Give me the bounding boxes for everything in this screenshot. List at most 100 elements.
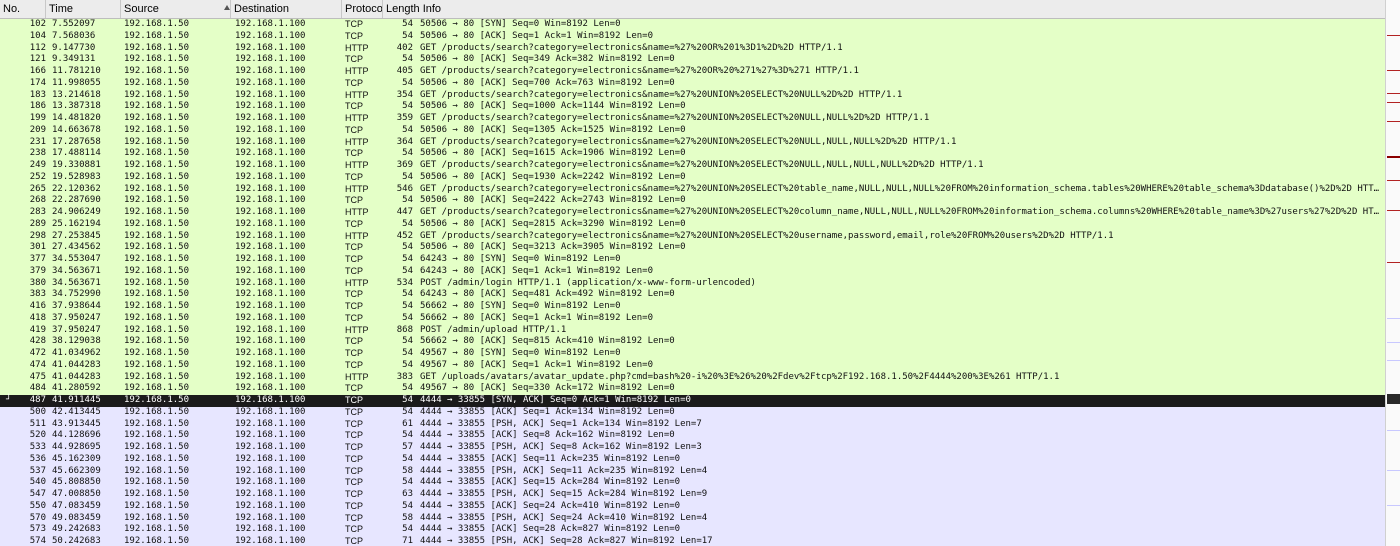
packet-row[interactable]: 104 7.568036 192.168.1.50 192.168.1.100 TCP 5… <box>0 30 1385 43</box>
packet-length: 54 <box>402 77 413 88</box>
packet-row[interactable]: 377 34.553047 192.168.1.50 192.168.1.100 TCP… <box>0 254 1385 266</box>
packet-destination: 192.168.1.100 <box>235 500 306 511</box>
minimap-mark <box>1387 210 1400 211</box>
packet-row[interactable]: 265 22.120362 192.168.1.50 192.168.1.100 HTT… <box>0 183 1385 196</box>
packet-row[interactable]: 570 49.083459 192.168.1.50 192.168.1.100 TCP… <box>0 512 1385 525</box>
packet-destination: 192.168.1.100 <box>235 430 306 441</box>
packet-row[interactable]: 383 34.752990 192.168.1.50 192.168.1.100 TCP… <box>0 289 1385 301</box>
packet-row[interactable]: 484 41.280592 192.168.1.50 192.168.1.100 TCP… <box>0 383 1385 395</box>
packet-number: 249 <box>29 160 46 170</box>
minimap-mark <box>1387 318 1400 319</box>
packet-protocol: HTTP <box>345 207 369 217</box>
packet-row[interactable]: 379 34.563671 192.168.1.50 192.168.1.100 TCP… <box>0 265 1385 278</box>
minimap-selected-thumb[interactable] <box>1387 394 1400 404</box>
packet-row[interactable]: 252 19.528983 192.168.1.50 192.168.1.100 TCP… <box>0 171 1385 184</box>
packet-row[interactable]: 301 27.434562 192.168.1.50 192.168.1.100 TCP… <box>0 242 1385 254</box>
packet-info: 4444 → 33855 [ACK] Seq=1 Ack=134 Win=819… <box>420 406 675 417</box>
packet-length: 354 <box>396 89 413 100</box>
packet-number: 252 <box>29 171 46 182</box>
packet-info: 50506 → 80 [SYN] Seq=0 Win=8192 Len=0 <box>420 19 621 29</box>
packet-row[interactable]: 520 44.128696 192.168.1.50 192.168.1.100 TCP… <box>0 430 1385 442</box>
packet-source: 192.168.1.50 <box>124 477 190 488</box>
minimap-mark <box>1387 102 1400 103</box>
column-header-time[interactable]: Time <box>46 0 121 18</box>
packet-destination: 192.168.1.100 <box>235 477 306 488</box>
packet-row[interactable]: 500 42.413445 192.168.1.50 192.168.1.100 TCP… <box>0 406 1385 419</box>
column-header-length-info[interactable]: Length Info <box>383 0 1385 18</box>
column-header-source[interactable]: Source <box>121 0 231 18</box>
packet-length: 452 <box>396 230 413 241</box>
packet-protocol: TCP <box>345 430 363 441</box>
packet-row[interactable]: 472 41.034962 192.168.1.50 192.168.1.100 TCP… <box>0 348 1385 360</box>
packet-row[interactable]: 547 47.008850 192.168.1.50 192.168.1.100 TCP… <box>0 489 1385 501</box>
packet-info: 49567 → 80 [ACK] Seq=1 Ack=1 Win=8192 Le… <box>420 359 653 370</box>
packet-destination: 192.168.1.100 <box>235 230 306 241</box>
packet-number: 419 <box>29 324 46 335</box>
packet-row-selected[interactable]: 487 41.911445 192.168.1.50 192.168.1.100 TCP… <box>0 395 1385 407</box>
packet-info: 4444 → 33855 [ACK] Seq=15 Ack=284 Win=81… <box>420 477 681 488</box>
packet-row[interactable]: 475 41.044283 192.168.1.50 192.168.1.100 HTT… <box>0 371 1385 384</box>
packet-source: 192.168.1.50 <box>124 242 190 253</box>
packet-row[interactable]: 289 25.162194 192.168.1.50 192.168.1.100 TCP… <box>0 218 1385 231</box>
packet-row[interactable]: 550 47.083459 192.168.1.50 192.168.1.100 TCP… <box>0 500 1385 513</box>
packet-row[interactable]: 573 49.242683 192.168.1.50 192.168.1.100 TCP… <box>0 524 1385 536</box>
packet-row[interactable]: 166 11.781210 192.168.1.50 192.168.1.100 HTT… <box>0 66 1385 78</box>
packet-length: 71 <box>402 536 413 546</box>
packet-row[interactable]: 121 9.349131 192.168.1.50 192.168.1.100 TCP 5… <box>0 54 1385 66</box>
packet-destination: 192.168.1.100 <box>235 42 306 53</box>
packet-row[interactable]: 112 9.147730 192.168.1.50 192.168.1.100 HTTP… <box>0 42 1385 55</box>
packet-row[interactable]: 102 7.552097 192.168.1.50 192.168.1.100 TCP 5… <box>0 19 1385 31</box>
column-header-no[interactable]: No. <box>0 0 46 18</box>
packet-number: 574 <box>29 536 46 546</box>
packet-info: 4444 → 33855 [PSH, ACK] Seq=8 Ack=162 Wi… <box>420 442 702 452</box>
packet-list[interactable]: 102 7.552097 192.168.1.50 192.168.1.100 TCP 5… <box>0 19 1385 546</box>
packet-source: 192.168.1.50 <box>124 183 190 194</box>
packet-destination: 192.168.1.100 <box>235 19 306 29</box>
packet-row[interactable]: 174 11.998055 192.168.1.50 192.168.1.100 TCP… <box>0 77 1385 90</box>
packet-length: 405 <box>396 66 413 76</box>
packet-protocol: TCP <box>345 19 363 29</box>
packet-row[interactable]: 419 37.950247 192.168.1.50 192.168.1.100 HTT… <box>0 324 1385 337</box>
packet-number: 428 <box>29 336 46 347</box>
packet-time: 47.008850 <box>52 489 101 499</box>
column-header-destination[interactable]: Destination <box>231 0 342 18</box>
packet-row[interactable]: 238 17.488114 192.168.1.50 192.168.1.100 TCP… <box>0 148 1385 160</box>
packet-length: 54 <box>402 477 413 488</box>
packet-row[interactable]: 416 37.938644 192.168.1.50 192.168.1.100 TCP… <box>0 301 1385 313</box>
packet-row[interactable]: 249 19.330881 192.168.1.50 192.168.1.100 HTT… <box>0 160 1385 172</box>
packet-length: 54 <box>402 218 413 229</box>
packet-row[interactable]: 537 45.662309 192.168.1.50 192.168.1.100 TCP… <box>0 465 1385 478</box>
packet-row[interactable]: 536 45.162309 192.168.1.50 192.168.1.100 TCP… <box>0 453 1385 466</box>
packet-row[interactable]: 574 50.242683 192.168.1.50 192.168.1.100 TCP… <box>0 536 1385 546</box>
packet-number: 418 <box>29 312 46 323</box>
packet-number: 268 <box>29 195 46 206</box>
packet-row[interactable]: 474 41.044283 192.168.1.50 192.168.1.100 TCP… <box>0 359 1385 372</box>
packet-row[interactable]: 511 43.913445 192.168.1.50 192.168.1.100 TCP… <box>0 418 1385 431</box>
packet-length: 546 <box>396 183 413 194</box>
packet-row[interactable]: 380 34.563671 192.168.1.50 192.168.1.100 HTT… <box>0 277 1385 290</box>
minimap-mark <box>1387 35 1400 36</box>
packet-row[interactable]: 418 37.950247 192.168.1.50 192.168.1.100 TCP… <box>0 312 1385 325</box>
packet-protocol: TCP <box>345 500 363 511</box>
packet-length: 54 <box>402 312 413 323</box>
column-header-protocol[interactable]: Protocol <box>342 0 383 18</box>
packet-destination: 192.168.1.100 <box>235 195 306 206</box>
minimap-mark <box>1387 262 1400 263</box>
packet-row[interactable]: 298 27.253845 192.168.1.50 192.168.1.100 HTT… <box>0 230 1385 243</box>
packet-row[interactable]: 268 22.287690 192.168.1.50 192.168.1.100 TCP… <box>0 195 1385 207</box>
packet-row[interactable]: 428 38.129038 192.168.1.50 192.168.1.100 TCP… <box>0 336 1385 348</box>
packet-row[interactable]: 540 45.808850 192.168.1.50 192.168.1.100 TCP… <box>0 477 1385 489</box>
packet-row[interactable]: 186 13.387318 192.168.1.50 192.168.1.100 TCP… <box>0 101 1385 113</box>
packet-time: 44.128696 <box>52 430 101 441</box>
packet-info: 4444 → 33855 [PSH, ACK] Seq=15 Ack=284 W… <box>420 489 708 499</box>
packet-time: 41.280592 <box>52 383 101 394</box>
packet-time: 49.083459 <box>52 512 101 523</box>
packet-minimap-scrollbar[interactable] <box>1385 0 1400 546</box>
packet-row[interactable]: 231 17.287658 192.168.1.50 192.168.1.100 HTT… <box>0 136 1385 149</box>
packet-row[interactable]: 199 14.481820 192.168.1.50 192.168.1.100 HTT… <box>0 113 1385 125</box>
packet-row[interactable]: 183 13.214618 192.168.1.50 192.168.1.100 HTT… <box>0 89 1385 102</box>
packet-number: 380 <box>29 277 46 288</box>
packet-row[interactable]: 283 24.906249 192.168.1.50 192.168.1.100 HTT… <box>0 207 1385 219</box>
packet-row[interactable]: 533 44.928695 192.168.1.50 192.168.1.100 TCP… <box>0 442 1385 454</box>
packet-row[interactable]: 209 14.663678 192.168.1.50 192.168.1.100 TCP… <box>0 124 1385 137</box>
